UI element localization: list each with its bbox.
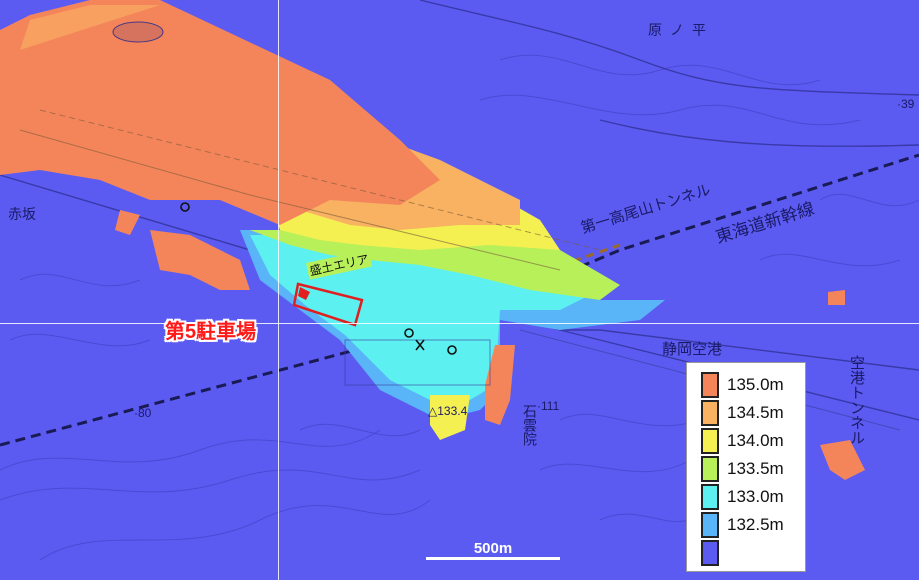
legend-label: 134.5m [727, 403, 784, 422]
legend-item: 132.5m [701, 511, 805, 539]
legend-swatch [701, 512, 719, 538]
legend-label: 135.0m [727, 375, 784, 394]
label-airport-tunnel: 空港トンネル [848, 355, 865, 445]
legend-item: 133.0m [701, 483, 805, 511]
label-harunohira: 原ノ平 [648, 22, 714, 38]
legend-item [701, 539, 805, 567]
label-elev-133-4: △133.4 [428, 404, 468, 418]
legend-item: 135.0m [701, 371, 805, 399]
crosshair-horizontal [0, 323, 919, 324]
legend-label: 133.0m [727, 487, 784, 506]
parking-lot-title: 第5駐車場 [165, 321, 257, 343]
crosshair-vertical [278, 0, 279, 580]
scale-bar: 500m [426, 540, 560, 562]
scale-label: 500m [473, 540, 513, 557]
legend-swatch [701, 456, 719, 482]
legend-swatch [701, 484, 719, 510]
label-elev-39: ·39 [897, 97, 915, 111]
label-elev-111: ·111 [537, 399, 560, 413]
legend-item: 134.0m [701, 427, 805, 455]
legend-swatch [701, 428, 719, 454]
legend-swatch [701, 400, 719, 426]
legend-swatch [701, 372, 719, 398]
legend-item: 134.5m [701, 399, 805, 427]
legend-label: 133.5m [727, 459, 784, 478]
label-shizuoka-airport: 静岡空港 [662, 341, 723, 358]
legend-label: 134.0m [727, 431, 784, 450]
legend-swatch [701, 540, 719, 566]
scale-bar-line [426, 557, 560, 560]
label-akasaka: 赤坂 [8, 206, 36, 222]
legend-label: 132.5m [727, 515, 784, 534]
legend: 135.0m 134.5m 134.0m 133.5m 133.0m 132.5… [686, 362, 806, 572]
label-elev-80: ·80 [134, 406, 152, 420]
legend-item: 133.5m [701, 455, 805, 483]
